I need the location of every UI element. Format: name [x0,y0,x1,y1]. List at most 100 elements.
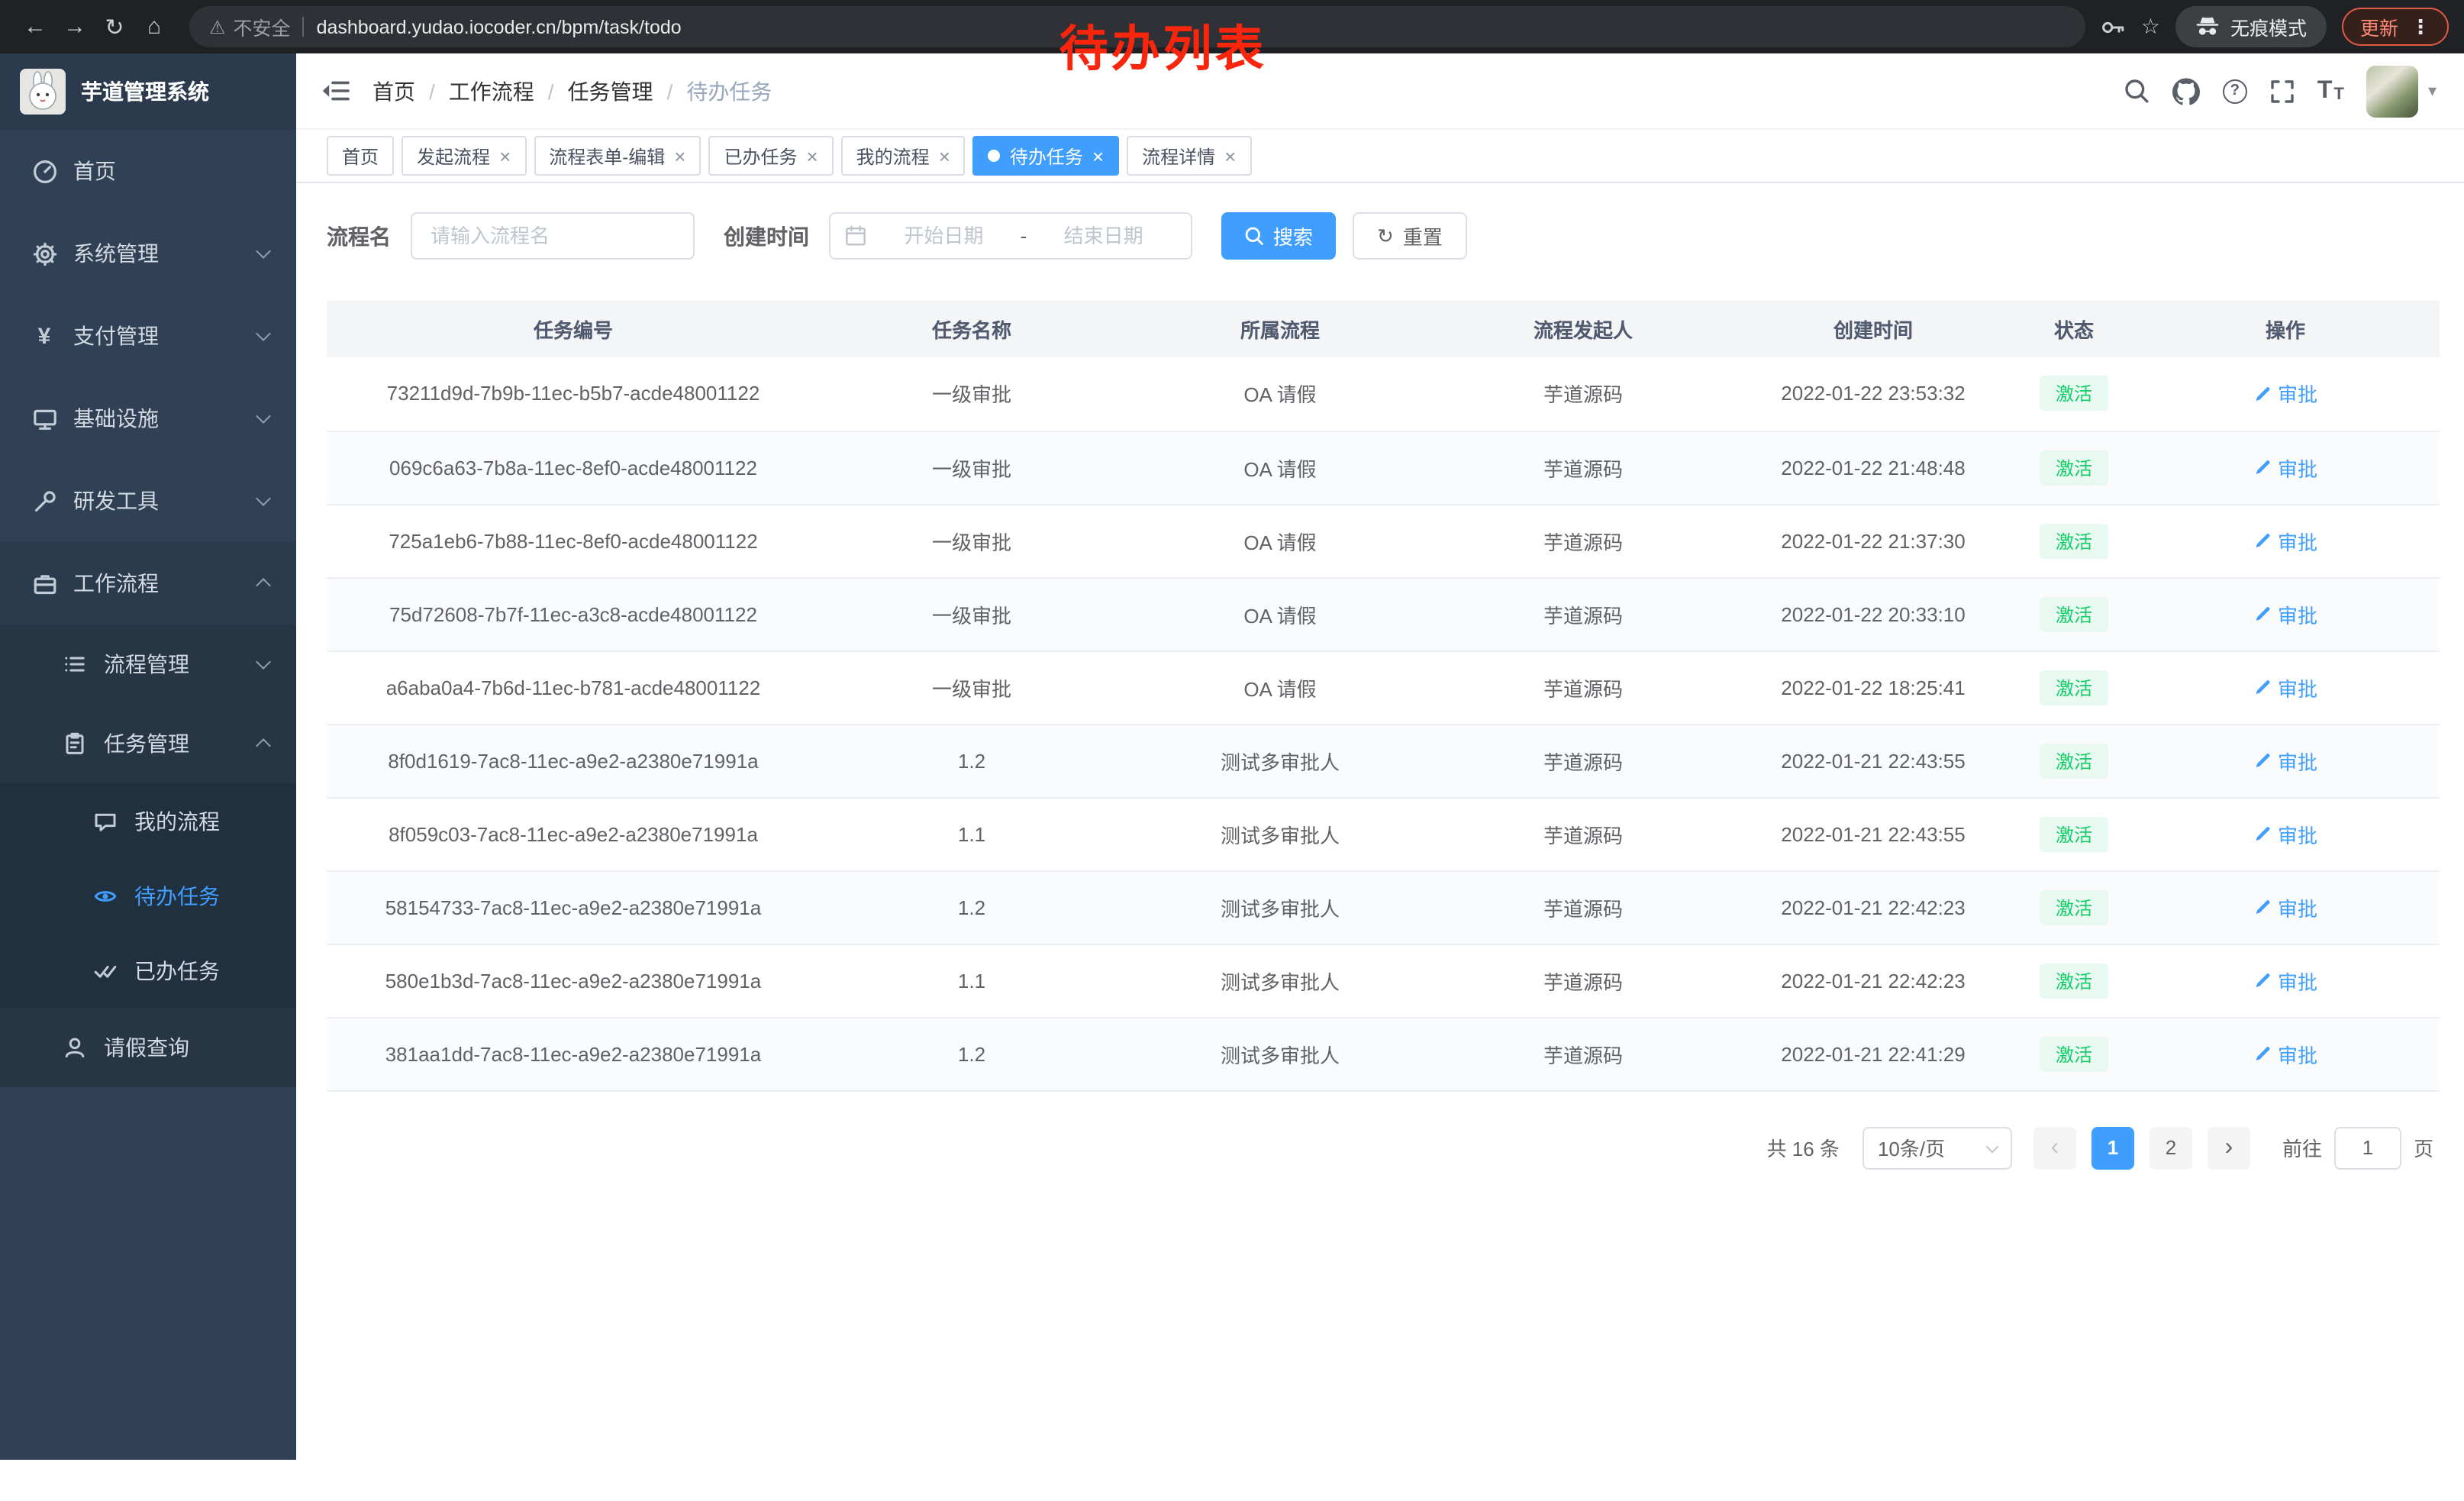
reload-icon[interactable]: ↻ [95,7,134,47]
cell-action: 审批 [2131,431,2440,504]
cell-initiator: 芋道源码 [1437,797,1730,870]
prev-page-button[interactable]: ‹ [2033,1126,2076,1169]
status-badge: 激活 [2040,889,2108,925]
caret-down-icon: ▾ [2428,81,2437,101]
help-icon[interactable]: ? [2223,79,2247,103]
page-button-2[interactable]: 2 [2150,1126,2192,1169]
password-key-icon[interactable] [2101,15,2126,39]
cell-process: 测试多审批人 [1124,1017,1437,1090]
approve-link[interactable]: 审批 [2253,379,2317,408]
breadcrumb-home[interactable]: 首页 [373,76,415,106]
avatar[interactable] [2367,65,2419,117]
sidebar-item-label: 工作流程 [73,568,159,599]
search-button[interactable]: 搜索 [1221,212,1336,260]
sidebar-item-task-management[interactable]: 任务管理 [0,704,296,783]
breadcrumb-task-management[interactable]: 任务管理 [568,76,653,106]
close-icon[interactable]: × [1092,146,1104,166]
reset-button[interactable]: ↻ 重置 [1353,212,1467,260]
close-icon[interactable]: × [674,146,685,166]
approve-link[interactable]: 审批 [2253,673,2317,702]
page-size-select[interactable]: 10条/页 [1863,1126,2012,1169]
home-icon[interactable]: ⌂ [134,7,174,47]
sidebar-item-system[interactable]: 系统管理 [0,212,296,295]
tab-my-process[interactable]: 我的流程 × [841,136,966,176]
sidebar-item-process-management[interactable]: 流程管理 [0,625,296,704]
col-created: 创建时间 [1730,301,2017,357]
pencil-icon [2253,751,2272,770]
font-size-icon[interactable]: TT [2317,79,2344,103]
approve-link[interactable]: 审批 [2253,599,2317,628]
cell-status: 激活 [2017,357,2131,431]
cell-task-name: 一级审批 [820,650,1124,724]
approve-link[interactable]: 审批 [2253,453,2317,482]
todo-task-table: 任务编号 任务名称 所属流程 流程发起人 创建时间 状态 操作 [327,301,2433,1091]
tab-process-form-edit[interactable]: 流程表单-编辑 × [534,136,701,176]
tags-view-bar: 首页 发起流程 × 流程表单-编辑 × 已办任务 × 我的流程 × [296,130,2464,183]
approve-link[interactable]: 审批 [2253,819,2317,848]
sidebar-item-done-task[interactable]: 已办任务 [0,933,296,1008]
eye-icon [92,883,119,908]
end-date-input[interactable] [1030,224,1177,247]
close-icon[interactable]: × [1224,146,1236,166]
pencil-icon [2253,678,2272,696]
cell-initiator: 芋道源码 [1437,1017,1730,1090]
tab-todo-task-active[interactable]: 待办任务 × [973,136,1119,176]
approve-link[interactable]: 审批 [2253,526,2317,555]
cell-task-name: 1.2 [820,870,1124,944]
list-icon [61,652,89,676]
sidebar-item-my-process[interactable]: 我的流程 [0,783,296,858]
collapse-sidebar-icon[interactable] [321,78,350,104]
clipboard-icon [61,731,89,756]
tab-process-detail[interactable]: 流程详情 × [1127,136,1251,176]
cell-process: 测试多审批人 [1124,944,1437,1017]
sidebar-item-home[interactable]: 首页 [0,130,296,212]
close-icon[interactable]: × [499,146,511,166]
tab-label: 待办任务 [1010,143,1083,169]
sidebar-item-infrastructure[interactable]: 基础设施 [0,377,296,460]
sidebar: 芋道管理系统 首页 系统管理 ¥ 支付管理 [0,53,296,1460]
back-icon[interactable]: ← [15,7,55,47]
sidebar-item-workflow[interactable]: 工作流程 [0,542,296,625]
browser-menu-icon[interactable]: ⋮ [2411,15,2430,39]
sidebar-item-label: 系统管理 [73,238,159,269]
tab-start-process[interactable]: 发起流程 × [402,136,526,176]
app-container: 芋道管理系统 首页 系统管理 ¥ 支付管理 [0,53,2464,1501]
approve-link[interactable]: 审批 [2253,893,2317,922]
close-icon[interactable]: × [939,146,950,166]
col-initiator: 流程发起人 [1437,301,1730,357]
fullscreen-icon[interactable] [2270,79,2295,103]
tab-home[interactable]: 首页 [327,136,394,176]
start-date-input[interactable] [870,224,1018,247]
sidebar-item-payment[interactable]: ¥ 支付管理 [0,295,296,377]
page-button-1[interactable]: 1 [2091,1126,2134,1169]
table-row: 725a1eb6-7b88-11ec-8ef0-acde48001122 一级审… [327,504,2440,577]
tab-label: 流程表单-编辑 [549,143,665,169]
cell-task-name: 一级审批 [820,577,1124,650]
process-name-input[interactable] [411,212,695,260]
github-icon[interactable] [2172,77,2200,105]
security-label[interactable]: 不安全 [234,12,291,41]
sidebar-item-leave-query[interactable]: 请假查询 [0,1008,296,1087]
col-task-id: 任务编号 [327,301,820,357]
date-range-picker[interactable]: - [829,212,1192,260]
close-icon[interactable]: × [806,146,818,166]
approve-link[interactable]: 审批 [2253,966,2317,995]
tab-label: 首页 [342,143,379,169]
goto-page-input[interactable] [2334,1126,2401,1169]
table-row: 73211d9d-7b9b-11ec-b5b7-acde48001122 一级审… [327,357,2440,431]
sidebar-item-devtools[interactable]: 研发工具 [0,460,296,542]
app-logo[interactable]: 芋道管理系统 [0,53,296,130]
sidebar-item-todo-task[interactable]: 待办任务 [0,858,296,933]
approve-link[interactable]: 审批 [2253,746,2317,775]
breadcrumb-workflow[interactable]: 工作流程 [449,76,534,106]
cell-task-id: 8f059c03-7ac8-11ec-a9e2-a2380e71991a [327,797,820,870]
next-page-button[interactable]: › [2208,1126,2250,1169]
bookmark-star-icon[interactable]: ☆ [2141,14,2160,40]
approve-link[interactable]: 审批 [2253,1039,2317,1068]
cell-initiator: 芋道源码 [1437,650,1730,724]
update-browser-button[interactable]: 更新 ⋮ [2342,8,2449,46]
forward-icon[interactable]: → [55,7,95,47]
search-icon[interactable] [2124,78,2150,104]
tab-done-task[interactable]: 已办任务 × [708,136,833,176]
user-menu[interactable]: ▾ [2367,65,2437,117]
